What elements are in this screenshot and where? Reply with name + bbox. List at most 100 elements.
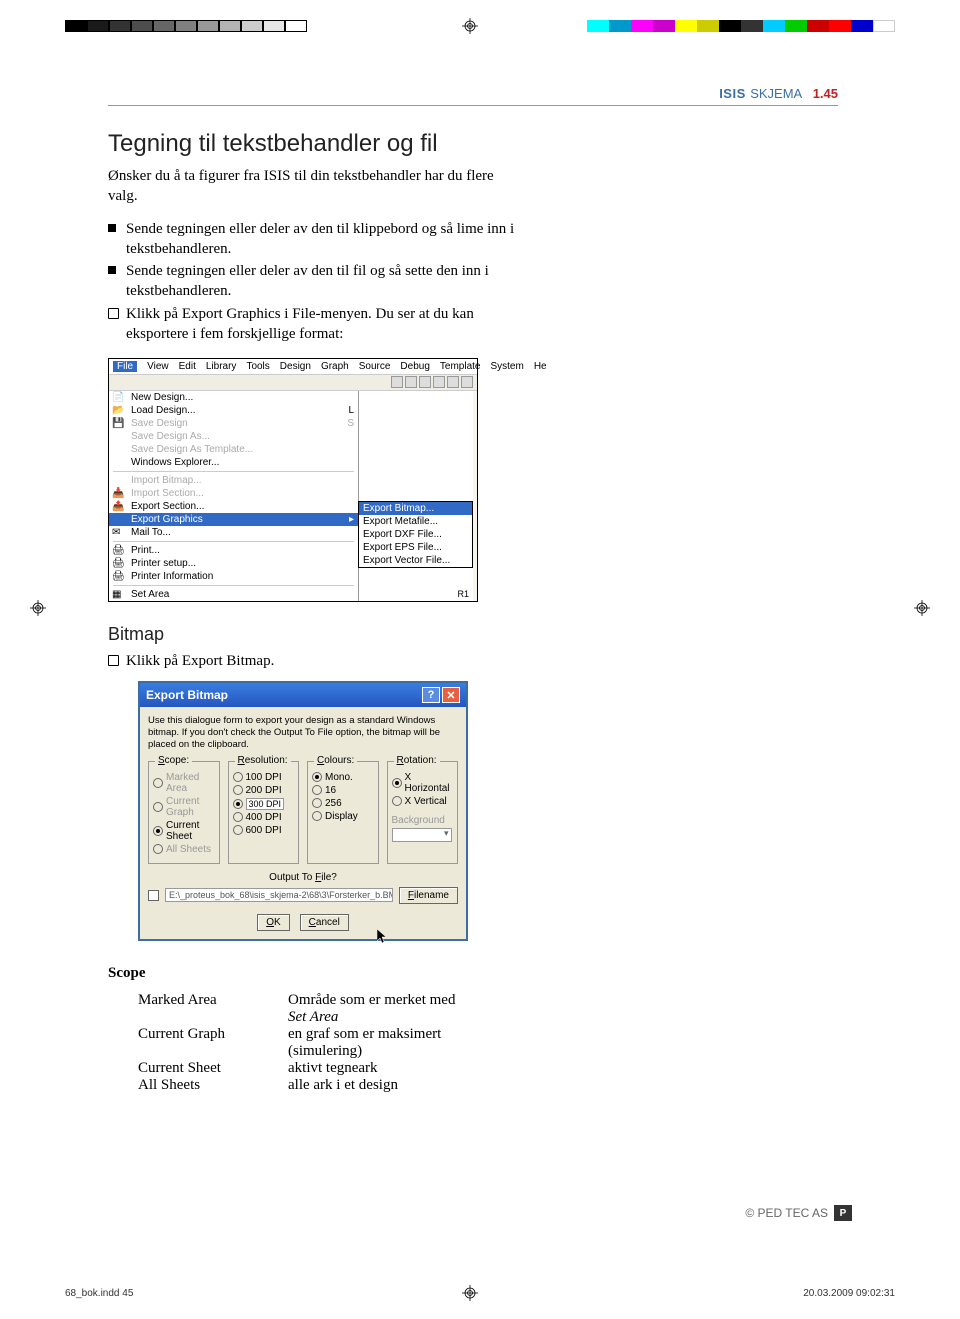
menu-debug[interactable]: Debug (400, 361, 429, 372)
radio-16[interactable]: 16 (312, 785, 374, 796)
menu-library[interactable]: Library (206, 361, 237, 372)
open-icon: 📂 (112, 405, 124, 416)
file-path-input[interactable]: E:\_proteus_bok_68\isis_skjema-2\68\3\Fo… (165, 888, 393, 902)
menu-item-import-bitmap[interactable]: Import Bitmap... (109, 474, 358, 487)
background-label: Background (392, 815, 454, 826)
radio-300dpi[interactable]: 300 DPI (233, 798, 295, 810)
scope-section: Scope Marked Area Område som er merket m… (108, 965, 838, 1094)
bitmap-heading: Bitmap (108, 624, 838, 645)
print-registration-top (0, 20, 960, 40)
header-section: SKJEMA (750, 86, 802, 101)
scope-group: Scope: Marked Area Current Graph Current… (148, 761, 220, 864)
radio-mono[interactable]: Mono. (312, 772, 374, 783)
menu-system[interactable]: System (490, 361, 523, 372)
bullet-item: Sende tegningen eller deler av den til k… (108, 219, 518, 260)
background-dropdown[interactable] (392, 828, 452, 842)
dialog-titlebar: Export Bitmap ? ✕ (140, 683, 466, 707)
menu-item-export-section[interactable]: 📤Export Section... (109, 500, 358, 513)
help-button[interactable]: ? (422, 687, 440, 703)
export-bitmap-dialog: Export Bitmap ? ✕ Use this dialogue form… (138, 681, 468, 941)
output-to-file-label: Output To File? (148, 872, 458, 883)
menu-item-new[interactable]: 📄New Design... (109, 391, 358, 404)
menu-item-windows-explorer[interactable]: Windows Explorer... (109, 456, 358, 469)
toolbar-icon[interactable] (461, 376, 473, 388)
radio-100dpi[interactable]: 100 DPI (233, 772, 295, 783)
submenu-export-vector[interactable]: Export Vector File... (359, 554, 472, 567)
color-calibration-bands (587, 20, 895, 40)
export-icon: 📤 (112, 501, 124, 512)
toolbar-icon[interactable] (391, 376, 403, 388)
radio-400dpi[interactable]: 400 DPI (233, 812, 295, 823)
menu-item-save-template[interactable]: Save Design As Template... (109, 443, 358, 456)
radio-current-graph[interactable]: Current Graph (153, 796, 215, 818)
menu-design[interactable]: Design (280, 361, 311, 372)
cursor-icon (377, 929, 389, 945)
toolbar-icon[interactable] (405, 376, 417, 388)
resolution-group: Resolution: 100 DPI 200 DPI 300 DPI 400 … (228, 761, 300, 864)
submenu-export-eps[interactable]: Export EPS File... (359, 541, 472, 554)
dialog-description: Use this dialogue form to export your de… (148, 715, 458, 751)
submenu-export-dxf[interactable]: Export DXF File... (359, 528, 472, 541)
header-pagenum: 1.45 (813, 86, 838, 101)
toolbar-icon[interactable] (433, 376, 445, 388)
menu-item-save-as[interactable]: Save Design As... (109, 430, 358, 443)
toolbar-icon[interactable] (419, 376, 431, 388)
copyright: © PED TEC AS P (745, 1205, 852, 1221)
export-graphics-submenu: Export Bitmap... Export Metafile... Expo… (358, 501, 473, 568)
menu-edit[interactable]: Edit (179, 361, 196, 372)
menu-item-import-section[interactable]: 📥Import Section... (109, 487, 358, 500)
page-header: ISIS SKJEMA 1.45 (108, 85, 838, 106)
menu-item-printer-setup[interactable]: 🖨Printer setup... (109, 557, 358, 570)
menu-item-printer-info[interactable]: 🖨Printer Information (109, 570, 358, 583)
menu-tools[interactable]: Tools (246, 361, 269, 372)
radio-256[interactable]: 256 (312, 798, 374, 809)
ok-button[interactable]: OK (257, 914, 289, 931)
menu-item-export-graphics[interactable]: Export Graphics▸ (109, 513, 358, 526)
table-row: Marked Area Område som er merket medSet … (138, 992, 838, 1026)
menu-item-print[interactable]: 🖨Print... (109, 544, 358, 557)
radio-600dpi[interactable]: 600 DPI (233, 825, 295, 836)
menu-item-mail-to[interactable]: ✉Mail To... (109, 526, 358, 539)
scope-heading: Scope (108, 965, 146, 981)
menu-item-set-area[interactable]: ▦Set Area (109, 588, 358, 601)
menu-item-save[interactable]: 💾Save DesignS (109, 417, 358, 430)
print-icon: 🖨 (112, 545, 124, 556)
menu-graph[interactable]: Graph (321, 361, 349, 372)
colours-label: Colours: (314, 755, 357, 766)
radio-200dpi[interactable]: 200 DPI (233, 785, 295, 796)
radio-display[interactable]: Display (312, 811, 374, 822)
filename-button[interactable]: Filename (399, 887, 458, 904)
scope-definitions: Marked Area Område som er merket medSet … (138, 992, 838, 1094)
menu-template[interactable]: Template (440, 361, 481, 372)
menu-help[interactable]: He (534, 361, 547, 372)
radio-vertical[interactable]: X Vertical (392, 796, 454, 807)
output-file-checkbox[interactable] (148, 890, 159, 901)
submenu-export-bitmap[interactable]: Export Bitmap... (359, 502, 472, 515)
radio-horizontal[interactable]: X Horizontal (392, 772, 454, 794)
submenu-export-metafile[interactable]: Export Metafile... (359, 515, 472, 528)
table-row: Current Sheet aktivt tegneark (138, 1060, 838, 1077)
bullet-list: Sende tegningen eller deler av den til k… (108, 219, 518, 345)
radio-marked-area[interactable]: Marked Area (153, 772, 215, 794)
toolbar-icon[interactable] (447, 376, 459, 388)
radio-all-sheets[interactable]: All Sheets (153, 844, 215, 855)
component-label: R1 (457, 589, 469, 599)
registration-mark-icon (30, 600, 46, 616)
footer-timestamp: 20.03.2009 09:02:31 (803, 1288, 895, 1299)
page-title: Tegning til tekstbehandler og fil (108, 130, 838, 158)
menu-source[interactable]: Source (359, 361, 391, 372)
menu-view[interactable]: View (147, 361, 169, 372)
page-content: ISIS SKJEMA 1.45 Tegning til tekstbehand… (108, 85, 838, 1094)
new-icon: 📄 (112, 392, 124, 403)
cancel-button[interactable]: Cancel (300, 914, 349, 931)
close-button[interactable]: ✕ (442, 687, 460, 703)
file-menu-dropdown: 📄New Design... 📂Load Design...L 💾Save De… (109, 391, 359, 601)
radio-current-sheet[interactable]: Current Sheet (153, 820, 215, 842)
table-row: All Sheets alle ark i et design (138, 1077, 838, 1094)
print-footer: 68_bok.indd 45 20.03.2009 09:02:31 (65, 1288, 895, 1299)
bullet-item: Sende tegningen eller deler av den til f… (108, 261, 518, 302)
menu-item-load[interactable]: 📂Load Design...L (109, 404, 358, 417)
save-icon: 💾 (112, 418, 124, 429)
colours-group: Colours: Mono. 16 256 Display (307, 761, 379, 864)
menu-file[interactable]: File (113, 361, 137, 372)
